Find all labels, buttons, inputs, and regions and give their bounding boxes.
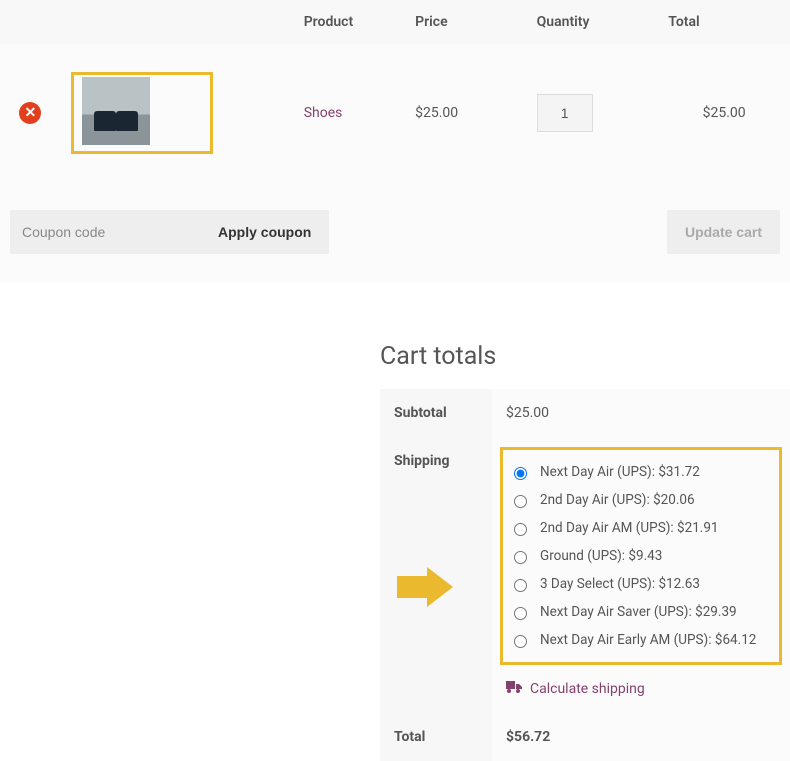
shipping-option[interactable]: Next Day Air Saver (UPS): $29.39 xyxy=(509,598,769,626)
arrow-icon xyxy=(427,567,453,607)
total-value: $56.72 xyxy=(506,729,550,745)
cart-totals: Cart totals Subtotal $25.00 Shipping Nex… xyxy=(380,342,790,761)
coupon-code-input[interactable] xyxy=(10,210,200,254)
shipping-radio[interactable] xyxy=(514,579,527,592)
shipping-option[interactable]: 2nd Day Air AM (UPS): $21.91 xyxy=(509,514,769,542)
total-label: Total xyxy=(380,713,492,761)
subtotal-value: $25.00 xyxy=(492,389,790,437)
shipping-option[interactable]: Next Day Air (UPS): $31.72 xyxy=(509,458,769,486)
item-total: $25.00 xyxy=(658,44,790,182)
shipping-option-label: Next Day Air (UPS): $31.72 xyxy=(540,464,700,480)
shipping-option[interactable]: 3 Day Select (UPS): $12.63 xyxy=(509,570,769,598)
cart-table: Product Price Quantity Total ✕ Shoes $25… xyxy=(0,0,790,282)
shipping-radio[interactable] xyxy=(514,551,527,564)
shipping-option-label: Ground (UPS): $9.43 xyxy=(540,548,662,564)
header-total: Total xyxy=(658,0,790,44)
shipping-option-label: 3 Day Select (UPS): $12.63 xyxy=(540,576,700,592)
shipping-options-highlight: Next Day Air (UPS): $31.72 2nd Day Air (U… xyxy=(500,447,782,665)
product-thumbnail[interactable] xyxy=(82,77,150,145)
subtotal-label: Subtotal xyxy=(380,389,492,437)
shipping-radio[interactable] xyxy=(514,523,527,536)
product-name-link[interactable]: Shoes xyxy=(304,105,343,121)
shipping-radio[interactable] xyxy=(514,607,527,620)
remove-item-button[interactable]: ✕ xyxy=(19,102,41,124)
item-price: $25.00 xyxy=(405,44,527,182)
cart-row: ✕ Shoes $25.00 $25.00 xyxy=(0,44,790,182)
apply-coupon-button[interactable]: Apply coupon xyxy=(200,210,329,254)
shipping-option[interactable]: 2nd Day Air (UPS): $20.06 xyxy=(509,486,769,514)
cart-totals-title: Cart totals xyxy=(380,342,790,371)
update-cart-button[interactable]: Update cart xyxy=(667,210,780,254)
quantity-input[interactable] xyxy=(537,94,593,132)
header-product: Product xyxy=(294,0,405,44)
shipping-radio[interactable] xyxy=(514,495,527,508)
calculate-shipping-link[interactable]: Calculate shipping xyxy=(506,681,645,697)
truck-icon xyxy=(506,681,522,697)
shipping-option[interactable]: Ground (UPS): $9.43 xyxy=(509,542,769,570)
header-quantity: Quantity xyxy=(527,0,659,44)
product-thumbnail-highlight xyxy=(71,72,213,154)
shipping-radio[interactable] xyxy=(514,635,527,648)
shipping-option-label: Next Day Air Early AM (UPS): $64.12 xyxy=(540,632,756,648)
shipping-radio[interactable] xyxy=(514,467,527,480)
calculate-shipping-label: Calculate shipping xyxy=(530,681,645,697)
coupon-area: Apply coupon xyxy=(10,210,329,254)
header-price: Price xyxy=(405,0,527,44)
shipping-option-label: 2nd Day Air AM (UPS): $21.91 xyxy=(540,520,719,536)
shipping-option-label: Next Day Air Saver (UPS): $29.39 xyxy=(540,604,737,620)
shipping-option[interactable]: Next Day Air Early AM (UPS): $64.12 xyxy=(509,626,769,654)
shipping-option-label: 2nd Day Air (UPS): $20.06 xyxy=(540,492,695,508)
